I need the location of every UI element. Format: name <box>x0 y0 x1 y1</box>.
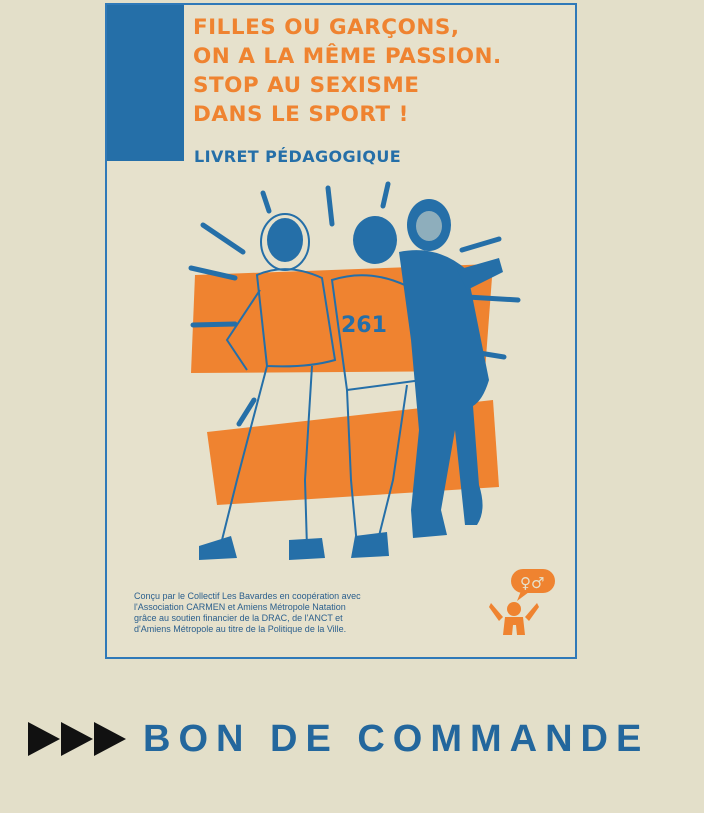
logo-symbols: ♀♂ <box>520 574 544 592</box>
runner-middle-shoe <box>351 532 389 558</box>
order-form-link[interactable]: BON DE COMMANDE <box>28 711 692 767</box>
runners-illustration: 261 <box>188 181 521 560</box>
page: FILLES OU GARÇONS, ON A LA MÊME PASSION.… <box>0 0 704 813</box>
headline-line: ON A LA MÊME PASSION. <box>193 44 502 69</box>
cover-headline: FILLES OU GARÇONS, ON A LA MÊME PASSION.… <box>193 13 573 129</box>
triple-play-arrows-icon <box>28 722 126 756</box>
booklet-cover-image: FILLES OU GARÇONS, ON A LA MÊME PASSION.… <box>105 3 577 659</box>
order-form-label[interactable]: BON DE COMMANDE <box>143 711 649 767</box>
credit-line: l'Association CARMEN et Amiens Métropole… <box>134 602 346 612</box>
headline-line: DANS LE SPORT ! <box>193 102 409 127</box>
runner-left-shoe-2 <box>289 538 325 560</box>
credit-line: Conçu par le Collectif Les Bavardes en c… <box>134 591 361 601</box>
bib-number: 261 <box>341 313 387 338</box>
headline-line: STOP AU SEXISME <box>193 73 420 98</box>
coach-face <box>416 211 442 241</box>
credit-line: d'Amiens Métropole au titre de la Politi… <box>134 624 347 634</box>
credits-text: Conçu par le Collectif Les Bavardes en c… <box>134 591 361 635</box>
blue-corner-block <box>107 5 184 161</box>
bavardes-logo-icon: ♀♂ <box>489 569 555 635</box>
cover-subtitle: LIVRET PÉDAGOGIQUE <box>194 147 402 166</box>
runner-left-shoe <box>199 536 237 560</box>
runner-middle-head <box>353 216 397 264</box>
credit-line: grâce au soutien financier de la DRAC, d… <box>134 613 343 623</box>
headline-line: FILLES OU GARÇONS, <box>193 15 460 40</box>
runner-left-head <box>267 218 303 262</box>
